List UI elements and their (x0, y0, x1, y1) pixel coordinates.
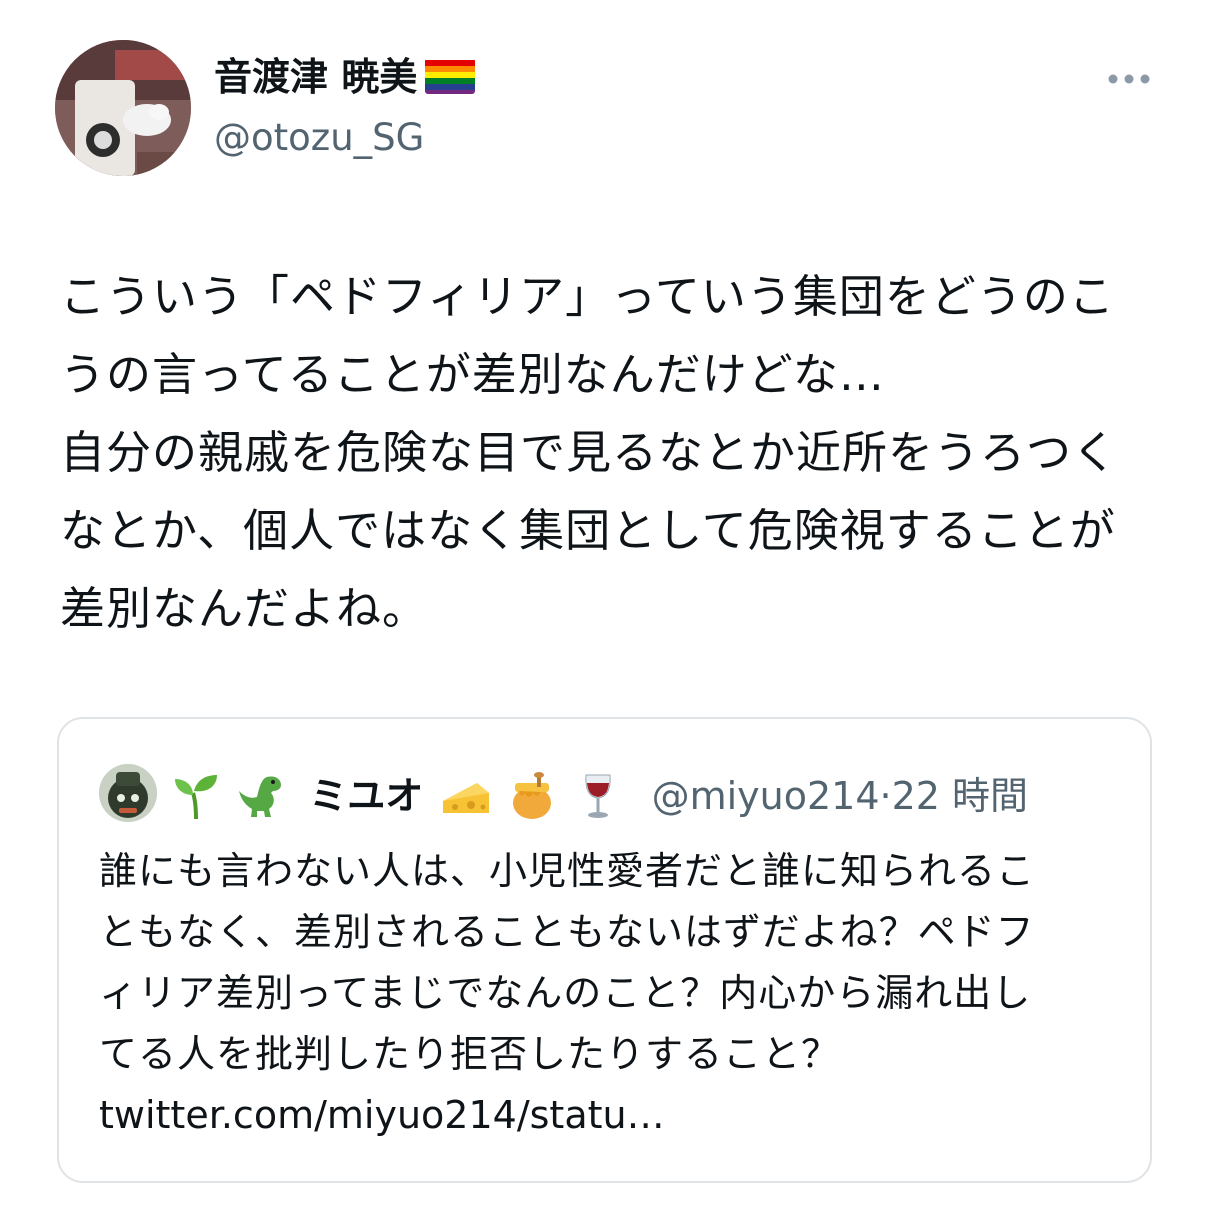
rainbow-flag-icon (425, 58, 476, 94)
quoted-text-line: ィリア差別ってまじでなんのこと？内心から漏れ出し (99, 971, 1032, 1015)
quoted-link[interactable]: twitter.com/miyuo214/statu… (99, 1085, 1129, 1146)
author-avatar[interactable] (55, 40, 191, 176)
tweet-text-line: 差別なんだよね。 (60, 582, 429, 635)
quoted-text-line: ともなく、差別されることもないはずだよね？ペドフ (99, 910, 1035, 954)
quoted-author-handle: @miyuo214 (651, 773, 880, 818)
quoted-tweet-text: 誰にも言わない人は、小児性愛者だと誰に知られるこ ともなく、差別されることもない… (99, 841, 1129, 1146)
quoted-text-line: 誰にも言わない人は、小児性愛者だと誰に知られるこ (99, 849, 1036, 893)
honey-pot-icon (513, 771, 552, 819)
tweet-text-line: 自分の親戚を危険な目で見るなとか近所をうろつく (60, 426, 1119, 479)
seedling-icon (175, 774, 217, 819)
more-options-icon[interactable] (1104, 64, 1154, 94)
timestamp-separator: · (879, 773, 892, 818)
tweet-text-line: こういう「ペドフィリア」っていう集団をどうのこ (60, 270, 1115, 323)
quoted-text-line: てる人を批判したり拒否したりすること？ (99, 1032, 841, 1076)
tweet-screen: 音渡津 暁美 @otozu_SG こういう「ペドフィリア」っていう集団をどうのこ… (0, 0, 1210, 1210)
tweet-text-line: うの言ってることが差別なんだけどな… (60, 348, 885, 401)
cheese-icon (443, 782, 490, 813)
author-handle[interactable]: @otozu_SG (214, 113, 424, 163)
author-name-text: 音渡津 暁美 (214, 55, 418, 99)
quoted-author-avatar (99, 764, 157, 822)
quoted-header: ミユオ @miyuo214·22 時間 (171, 763, 1028, 823)
wine-glass-icon (585, 774, 612, 818)
quoted-tweet-card[interactable]: ミユオ @miyuo214·22 時間 誰にも言わない人は、小児性愛者だと誰に知… (57, 717, 1152, 1183)
avatar-photo (55, 40, 191, 176)
quoted-author-name: ミユオ (309, 773, 424, 818)
t-rex-icon (239, 775, 282, 817)
author-display-name[interactable]: 音渡津 暁美 (214, 52, 476, 102)
tweet-text-line: なとか、個人ではなく集団として危険視することが (60, 504, 1116, 557)
tweet-text: こういう「ペドフィリア」っていう集団をどうのこ うの言ってることが差別なんだけど… (60, 258, 1170, 648)
quoted-timestamp: 22 時間 (891, 773, 1029, 818)
